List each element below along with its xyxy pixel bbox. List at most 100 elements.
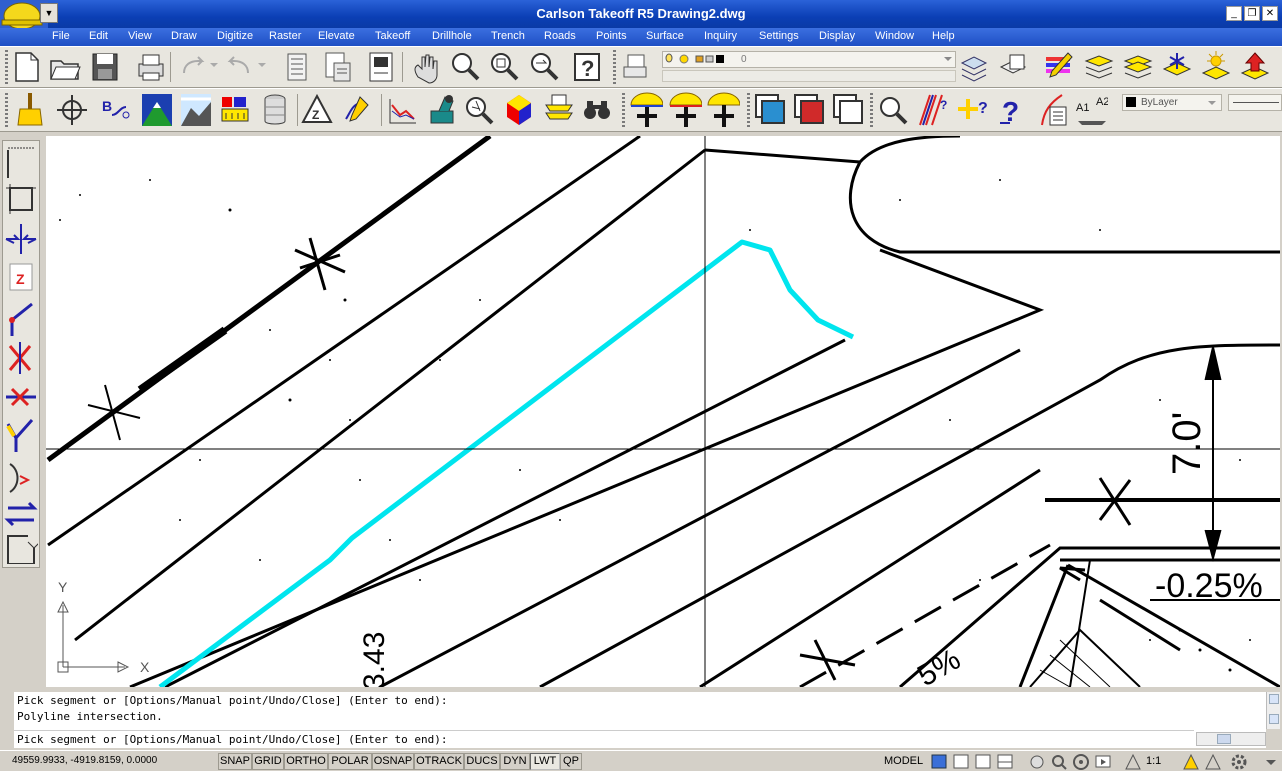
command-prompt[interactable]: Pick segment or [Options/Manual point/Un… xyxy=(17,733,447,746)
zoom-previous-icon[interactable] xyxy=(527,49,561,85)
contour-lines-query-icon[interactable]: ? xyxy=(916,91,950,127)
scroll-list-icon[interactable] xyxy=(280,49,314,85)
color-blocks-icon[interactable] xyxy=(218,91,252,127)
menu-points[interactable]: Points xyxy=(596,30,627,42)
help-query-icon[interactable]: ? xyxy=(996,91,1030,127)
osnap-toggle[interactable]: OSNAP xyxy=(372,753,414,770)
menu-raster[interactable]: Raster xyxy=(269,30,301,42)
annotation-scale-icon[interactable] xyxy=(1124,753,1142,770)
toolbar-grip[interactable] xyxy=(5,93,8,127)
redo-dropdown-icon[interactable] xyxy=(208,60,220,70)
broom-clean-icon[interactable] xyxy=(12,91,46,127)
viewport-white-icon[interactable] xyxy=(830,91,864,127)
polar-toggle[interactable]: POLAR xyxy=(328,753,372,770)
add-point-yellow-icon[interactable] xyxy=(629,91,663,127)
toolbar-grip[interactable] xyxy=(870,93,873,127)
ducs-toggle[interactable]: DUCS xyxy=(464,753,500,770)
curve-report-icon[interactable] xyxy=(1036,91,1070,127)
menu-settings[interactable]: Settings xyxy=(759,30,799,42)
make-object-layer-current-icon[interactable] xyxy=(957,49,991,85)
toolbar-grip[interactable] xyxy=(622,93,625,127)
menu-elevate[interactable]: Elevate xyxy=(318,30,355,42)
menu-draw[interactable]: Draw xyxy=(171,30,197,42)
save-icon[interactable] xyxy=(88,49,122,85)
toolbar-grip[interactable] xyxy=(613,50,616,84)
layer-stack-filled-icon[interactable] xyxy=(1121,49,1155,85)
ortho-toggle[interactable]: ORTHO xyxy=(284,753,328,770)
toolbar-grip[interactable] xyxy=(5,50,8,84)
layer-dropdown-chevron-icon[interactable] xyxy=(942,54,954,64)
color-dropdown-chevron-icon[interactable] xyxy=(1206,98,1218,108)
open-folder-icon[interactable] xyxy=(48,49,82,85)
undo-arrow-icon[interactable] xyxy=(222,49,256,85)
layer-up-arrow-icon[interactable] xyxy=(1238,49,1272,85)
otrack-toggle[interactable]: OTRACK xyxy=(414,753,464,770)
command-vertical-scrollbar[interactable] xyxy=(1266,692,1280,729)
linetype-dropdown[interactable] xyxy=(1228,94,1282,111)
redo-arrow-icon[interactable] xyxy=(176,49,210,85)
crosshair-target-icon[interactable] xyxy=(55,91,89,127)
model-space-icon[interactable] xyxy=(930,753,948,770)
zoom-status-icon[interactable] xyxy=(1050,753,1068,770)
core-sample-cylinder-icon[interactable] xyxy=(258,91,292,127)
menu-display[interactable]: Display xyxy=(819,30,855,42)
terrain-profile-icon[interactable] xyxy=(179,91,213,127)
menu-file[interactable]: File xyxy=(52,30,70,42)
snap-toggle[interactable]: SNAP xyxy=(218,753,252,770)
edit-polyline-elevation-icon[interactable] xyxy=(340,91,374,127)
boundary-trace-icon[interactable]: B xyxy=(98,91,132,127)
zoom-realtime-icon[interactable] xyxy=(448,49,482,85)
zoom-window-icon[interactable] xyxy=(487,49,521,85)
annotation-scale-value[interactable]: 1:1 xyxy=(1146,755,1161,767)
layer-freeze-icon[interactable] xyxy=(1160,49,1194,85)
a1-a2-compare-icon[interactable]: A1 A2 xyxy=(1074,91,1108,127)
add-point-red-icon[interactable] xyxy=(668,91,702,127)
model-space-label[interactable]: MODEL xyxy=(884,755,923,767)
grid-toggle[interactable]: GRID xyxy=(252,753,284,770)
excavator-icon[interactable] xyxy=(425,91,459,127)
dyn-toggle[interactable]: DYN xyxy=(500,753,530,770)
surface-mountain-icon[interactable] xyxy=(140,91,174,127)
binoculars-icon[interactable] xyxy=(580,91,614,127)
layout2-icon[interactable] xyxy=(974,753,992,770)
close-button[interactable]: ✕ xyxy=(1262,6,1278,21)
layered-report-icon[interactable] xyxy=(542,91,576,127)
command-window[interactable]: Pick segment or [Options/Manual point/Un… xyxy=(14,692,1266,748)
command-horizontal-scrollbar[interactable] xyxy=(1196,732,1266,746)
layer-color-pencil-icon[interactable] xyxy=(1042,49,1076,85)
drawing-canvas[interactable]: 7.0' -0.25% 3.43 5% Y X xyxy=(46,136,1280,687)
restore-button[interactable]: ❐ xyxy=(1244,6,1260,21)
print-icon[interactable] xyxy=(133,49,167,85)
menu-help[interactable]: Help xyxy=(932,30,955,42)
steering-wheel-icon[interactable] xyxy=(1072,753,1090,770)
pan-hand-icon[interactable] xyxy=(408,49,442,85)
quick-inspect-icon[interactable] xyxy=(876,91,910,127)
minimize-button[interactable]: _ xyxy=(1226,6,1242,21)
undo-dropdown-icon[interactable] xyxy=(256,60,268,70)
workspace-gear-icon[interactable] xyxy=(1230,753,1248,770)
layer-manager-icon[interactable] xyxy=(620,49,654,85)
help-question-icon[interactable]: ? xyxy=(570,49,604,85)
layout1-icon[interactable] xyxy=(952,753,970,770)
point-query-icon[interactable]: ? xyxy=(956,91,990,127)
menu-view[interactable]: View xyxy=(128,30,152,42)
menu-trench[interactable]: Trench xyxy=(491,30,525,42)
inspect-magnifier-icon[interactable] xyxy=(462,91,496,127)
design-center-icon[interactable] xyxy=(364,49,398,85)
menu-inquiry[interactable]: Inquiry xyxy=(704,30,737,42)
menu-roads[interactable]: Roads xyxy=(544,30,576,42)
scroll-up-arrow-icon[interactable] xyxy=(1269,694,1279,704)
status-menu-icon[interactable] xyxy=(1262,753,1280,770)
toolbar-grip[interactable] xyxy=(747,93,750,127)
lwt-toggle[interactable]: LWT xyxy=(530,753,560,770)
menu-takeoff[interactable]: Takeoff xyxy=(375,30,410,42)
menu-window[interactable]: Window xyxy=(875,30,914,42)
elevation-triangle-z-icon[interactable]: Z xyxy=(300,91,334,127)
profile-graph-icon[interactable] xyxy=(386,91,420,127)
scroll-thumb[interactable] xyxy=(1217,734,1231,744)
menu-surface[interactable]: Surface xyxy=(646,30,684,42)
menu-edit[interactable]: Edit xyxy=(89,30,108,42)
annotation-visibility-icon[interactable] xyxy=(1182,753,1200,770)
layer-thaw-sun-icon[interactable] xyxy=(1199,49,1233,85)
app-menu-dropdown[interactable]: ▼ xyxy=(40,3,58,23)
